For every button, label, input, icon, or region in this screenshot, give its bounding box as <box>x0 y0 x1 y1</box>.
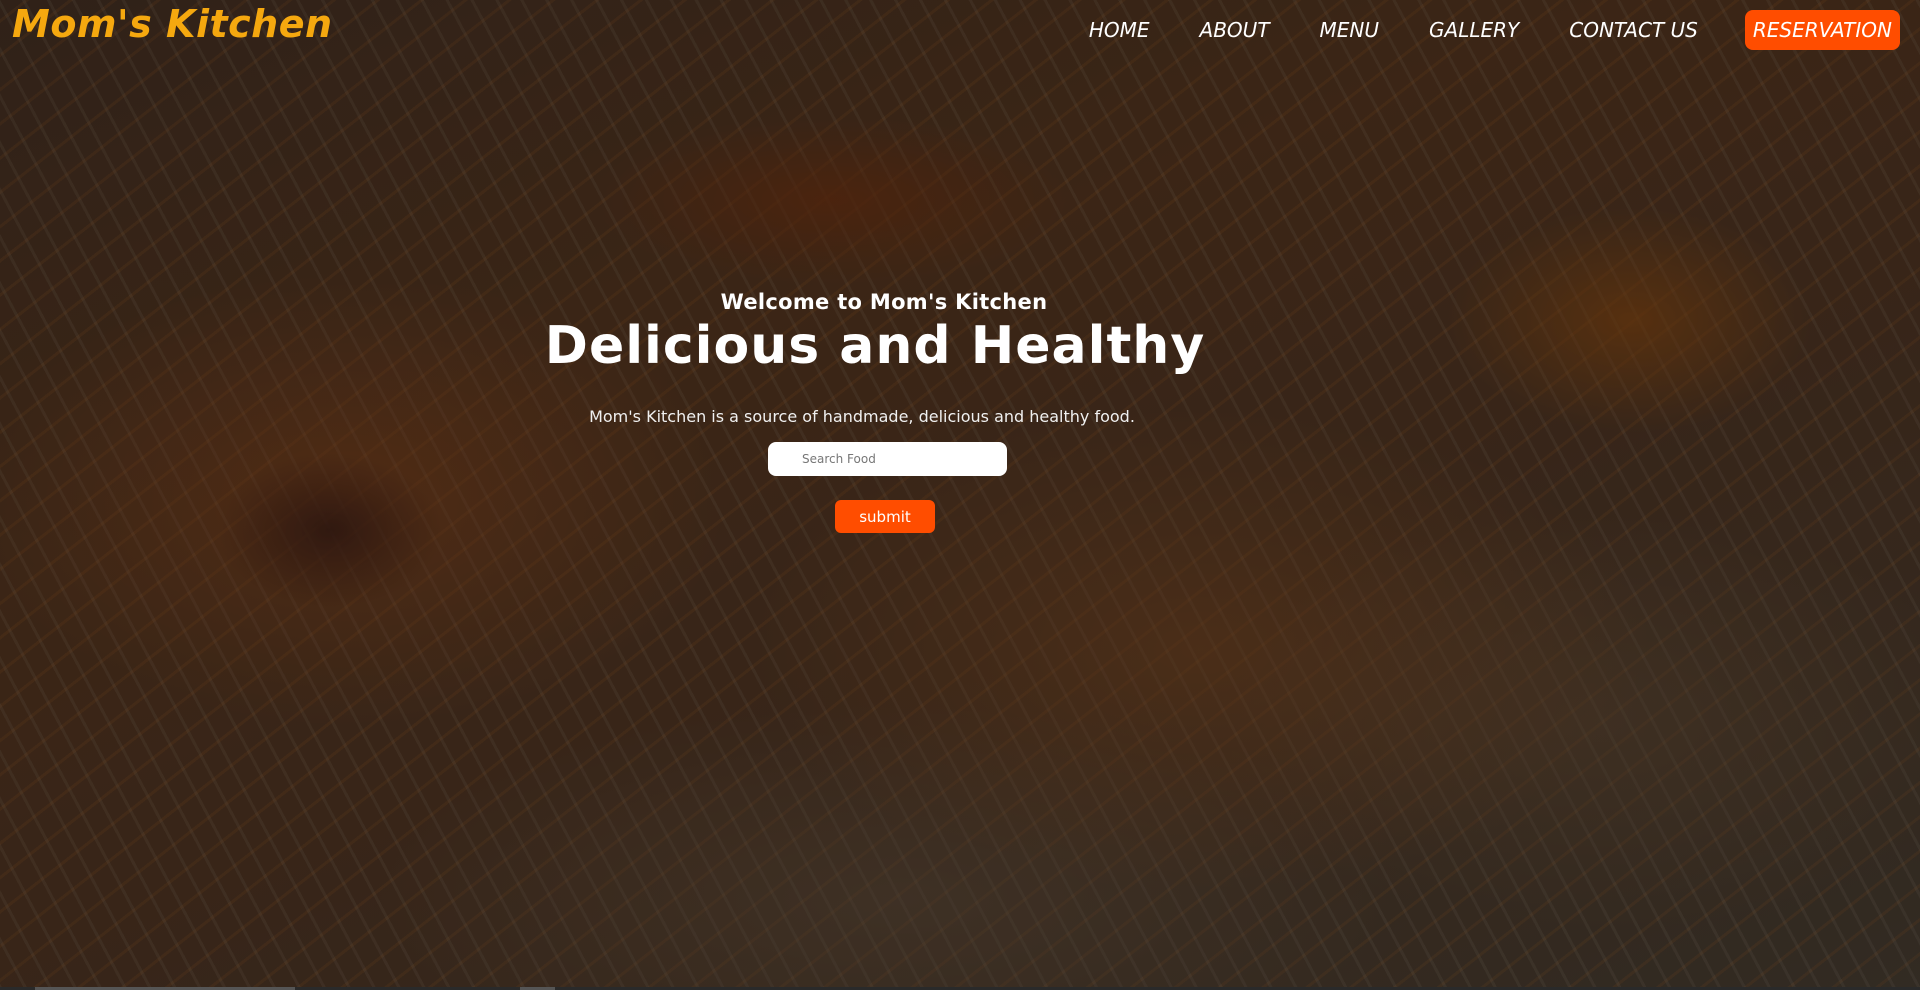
hero-headline: Delicious and Healthy <box>544 316 1206 376</box>
hero-section: Mom's Kitchen HOME ABOUT MENU GALLERY CO… <box>0 0 1920 990</box>
reservation-button[interactable]: RESERVATION <box>1744 10 1900 50</box>
search-food-input[interactable] <box>768 442 1007 476</box>
submit-button[interactable]: submit <box>835 500 935 533</box>
nav-links: HOME ABOUT MENU GALLERY CONTACT US RESER… <box>1064 10 1900 50</box>
site-logo[interactable]: Mom's Kitchen <box>12 2 333 46</box>
nav-link-about[interactable]: ABOUT <box>1175 12 1295 48</box>
navbar: Mom's Kitchen HOME ABOUT MENU GALLERY CO… <box>0 0 1920 54</box>
search-box <box>768 442 1007 476</box>
nav-link-gallery[interactable]: GALLERY <box>1404 12 1544 48</box>
nav-link-home[interactable]: HOME <box>1064 12 1175 48</box>
welcome-text: Welcome to Mom's Kitchen <box>720 290 1048 314</box>
hero-subtext: Mom's Kitchen is a source of handmade, d… <box>589 407 1135 426</box>
nav-link-contact-us[interactable]: CONTACT US <box>1544 12 1723 48</box>
nav-link-menu[interactable]: MENU <box>1295 12 1405 48</box>
